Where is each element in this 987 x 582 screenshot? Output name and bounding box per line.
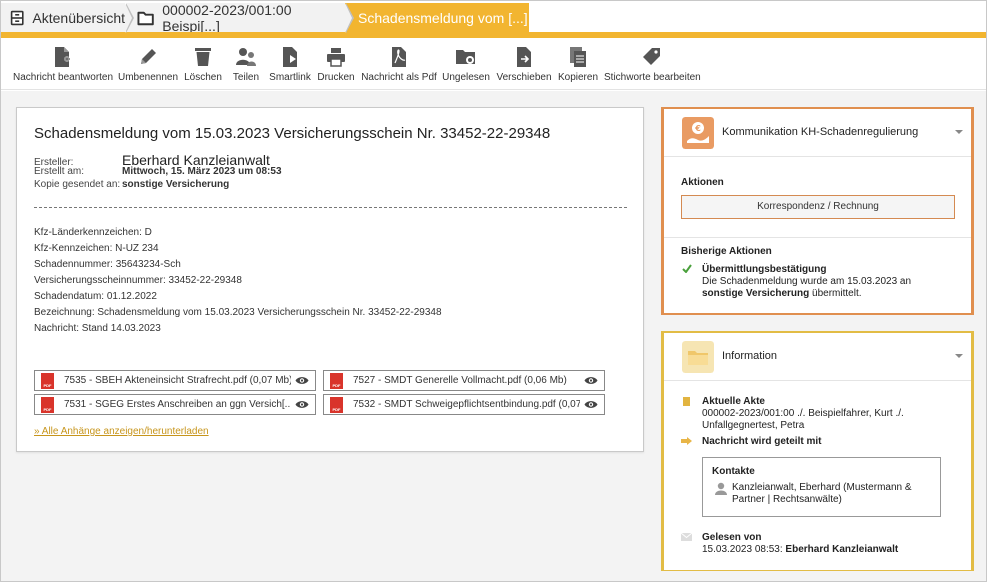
message-panel: Schadensmeldung vom 15.03.2023 Versicher…	[16, 107, 644, 452]
contact-name-continued: Partner | Rechtsanwälte)	[732, 494, 842, 505]
body-line: Schadennummer: 35643234-Sch	[34, 259, 181, 270]
envelope-icon	[681, 533, 692, 541]
body-line: Bezeichnung: Schadensmeldung vom 15.03.2…	[34, 307, 442, 318]
information-panel: Information Aktuelle Akte 000002-2023/00…	[661, 331, 974, 571]
cabinet-icon	[10, 10, 24, 26]
eye-icon[interactable]	[295, 400, 309, 409]
trash-icon	[195, 48, 211, 66]
svg-text:€: €	[694, 124, 701, 133]
breadcrumb-label: Schadensmeldung vom [...]	[358, 10, 528, 26]
shared-heading: Nachricht wird geteilt mit	[702, 436, 822, 447]
contacts-box: Kontakte Kanzleianwalt, Eberhard (Muster…	[702, 457, 941, 517]
previous-action-recipient: sonstige Versicherung übermittelt.	[702, 288, 862, 299]
akte-value[interactable]: 000002-2023/001:00 ./. Beispielfahrer, K…	[702, 408, 904, 420]
edit-keywords-button[interactable]: Stichworte bearbeiten	[604, 46, 701, 88]
pdf-file-icon	[41, 396, 54, 413]
all-attachments-link[interactable]: » Alle Anhänge anzeigen/herunterladen	[34, 426, 209, 437]
kommunikation-panel: € Kommunikation KH-Schadenregulierung Ak…	[661, 107, 974, 315]
pdf-file-icon	[41, 372, 54, 389]
body-line: Kfz-Länderkennzeichen: D	[34, 227, 152, 238]
created-value: Mittwoch, 15. März 2023 um 08:53	[122, 166, 282, 177]
breadcrumb-label: 000002-2023/001:00 Beispi[...]	[162, 2, 292, 34]
akte-heading: Aktuelle Akte	[702, 396, 765, 407]
divider	[664, 237, 971, 238]
body-line: Nachricht: Stand 14.03.2023	[34, 323, 161, 334]
pdf-file-icon	[330, 372, 343, 389]
breadcrumb: Aktenübersicht 000002-2023/001:00 Beispi…	[1, 1, 986, 34]
panel-title: Kommunikation KH-Schadenregulierung	[722, 126, 919, 138]
previous-action-title: Übermittlungsbestätigung	[702, 264, 827, 275]
mark-unread-button[interactable]: Ungelesen	[441, 46, 491, 88]
tag-icon	[643, 48, 660, 65]
pdf-file-icon	[330, 396, 343, 413]
actions-heading: Aktionen	[681, 177, 724, 188]
breadcrumb-item-current[interactable]: Schadensmeldung vom [...]	[345, 3, 529, 33]
akte-value-continued: Unfallgegnertest, Petra	[702, 420, 805, 431]
money-hand-icon: €	[682, 117, 714, 149]
chevron-down-icon[interactable]	[955, 354, 963, 358]
contacts-heading: Kontakte	[712, 466, 755, 477]
reply-button[interactable]: Nachricht beantworten	[13, 46, 113, 88]
breadcrumb-item-akte[interactable]: 000002-2023/001:00 Beispi[...]	[127, 2, 354, 34]
save-as-pdf-button[interactable]: Nachricht als Pdf	[360, 46, 438, 88]
attachment-item[interactable]: 7535 - SBEH Akteneinsicht Strafrecht.pdf…	[34, 370, 316, 391]
folder-open-icon	[682, 341, 714, 373]
panel-title: Information	[722, 350, 778, 362]
eye-icon[interactable]	[584, 400, 598, 409]
body-line: Schadendatum: 01.12.2022	[34, 291, 157, 302]
move-button[interactable]: Verschieben	[495, 46, 553, 88]
korrespondenz-button[interactable]: Korrespondenz / Rechnung	[681, 195, 955, 219]
share-button[interactable]: Teilen	[229, 46, 263, 88]
attachment-item[interactable]: 7527 - SMDT Generelle Vollmacht.pdf (0,0…	[323, 370, 605, 391]
print-button[interactable]: Drucken	[316, 46, 356, 88]
body-line: Kfz-Kennzeichen: N-UZ 234	[34, 243, 159, 254]
smartlink-button[interactable]: Smartlink	[267, 46, 313, 88]
cc-value: sonstige Versicherung	[122, 179, 230, 190]
reply-doc-icon	[55, 47, 70, 67]
panel-header[interactable]: Information	[664, 333, 971, 381]
toolbar: Nachricht beantworten Umbenennen Löschen…	[1, 38, 986, 90]
rename-button[interactable]: Umbenennen	[117, 46, 179, 88]
chevron-down-icon[interactable]	[955, 130, 963, 134]
folder-icon	[137, 11, 154, 26]
breadcrumb-item-aktenuebersicht[interactable]: Aktenübersicht	[1, 3, 134, 33]
share-users-icon	[236, 48, 256, 66]
file-icon	[683, 397, 690, 406]
smartlink-doc-icon	[283, 47, 297, 67]
read-by-heading: Gelesen von	[702, 532, 762, 543]
attachment-item[interactable]: 7532 - SMDT Schweigepflichtsentbindung.p…	[323, 394, 605, 415]
contact-name[interactable]: Kanzleianwalt, Eberhard (Mustermann &	[732, 482, 912, 494]
breadcrumb-label: Aktenübersicht	[32, 10, 125, 26]
body-line: Versicherungsscheinnummer: 33452-22-2934…	[34, 275, 242, 286]
attachment-item[interactable]: 7531 - SGEG Erstes Anschreiben an ggn Ve…	[34, 394, 316, 415]
printer-icon	[327, 48, 345, 67]
folder-gear-icon	[456, 50, 475, 64]
checkmark-icon	[682, 264, 692, 273]
previous-actions-heading: Bisherige Aktionen	[681, 246, 772, 257]
meta-cc: Kopie gesendet an: sonstige Versicherung	[34, 179, 230, 190]
divider	[34, 207, 627, 208]
delete-button[interactable]: Löschen	[183, 46, 223, 88]
read-by-value: 15.03.2023 08:53: Eberhard Kanzleianwalt	[702, 544, 899, 555]
pdf-icon	[392, 47, 406, 67]
message-title: Schadensmeldung vom 15.03.2023 Versicher…	[34, 125, 551, 142]
copy-doc-icon	[570, 47, 586, 67]
copy-button[interactable]: Kopieren	[556, 46, 600, 88]
panel-header[interactable]: € Kommunikation KH-Schadenregulierung	[664, 109, 971, 157]
move-doc-icon	[517, 47, 531, 67]
eye-icon[interactable]	[295, 376, 309, 385]
meta-created: Erstellt am: Mittwoch, 15. März 2023 um 0…	[34, 166, 282, 177]
previous-action-text: Die Schadenmeldung wurde am 15.03.2023 a…	[702, 276, 912, 287]
user-icon	[715, 482, 727, 495]
eye-icon[interactable]	[584, 376, 598, 385]
share-icon	[681, 437, 692, 445]
pencil-icon	[141, 49, 156, 64]
